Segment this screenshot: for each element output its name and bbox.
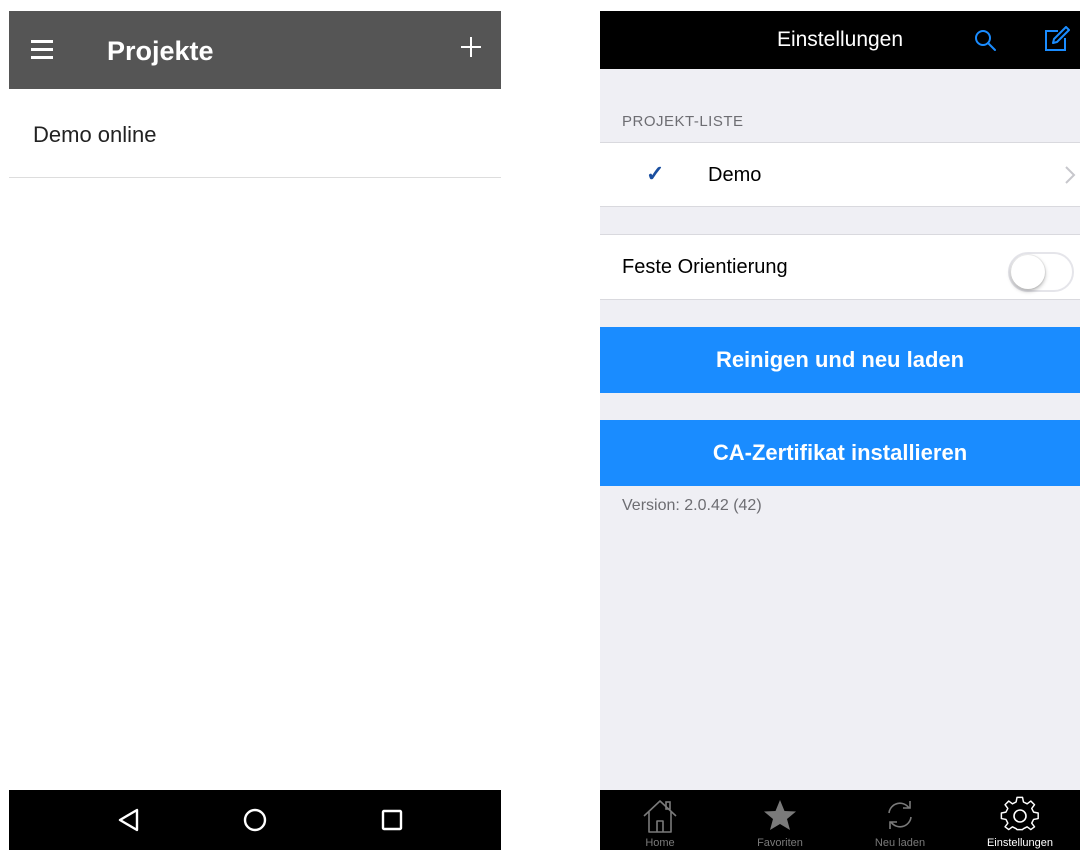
checkmark-icon: ✓ [646, 161, 665, 186]
page-title: Einstellungen [776, 28, 904, 51]
ios-navigation-bar: Einstellungen [600, 11, 1080, 69]
ios-tab-bar: Home Favoriten Neu laden Einstellungen [600, 790, 1080, 850]
android-navigation-bar [9, 790, 501, 850]
tab-favorites-label: Favoriten [757, 837, 803, 849]
tab-settings-label: Einstellungen [986, 837, 1054, 849]
reload-button[interactable]: Reinigen und neu laden [600, 327, 1080, 393]
orientation-label: Feste Orientierung [622, 256, 788, 278]
toggle-knob [1011, 255, 1045, 289]
gear-icon [1000, 796, 1039, 831]
project-list-item-label: Demo online [33, 122, 157, 147]
android-toolbar: Projekte [9, 11, 501, 89]
section-header-project-list: PROJEKT-LISTE [622, 113, 744, 130]
search-icon[interactable] [973, 28, 997, 52]
tab-reload[interactable]: Neu laden [840, 790, 960, 850]
triangle-back-icon[interactable] [111, 802, 147, 838]
tab-home[interactable]: Home [600, 790, 720, 850]
compose-edit-icon[interactable] [1042, 26, 1070, 54]
install-certificate-button[interactable]: CA-Zertifikat installieren [600, 420, 1080, 486]
tab-reload-label: Neu laden [874, 837, 926, 849]
version-text: Version: 2.0.42 (42) [622, 497, 762, 514]
project-list-item[interactable]: Demo online [9, 89, 501, 178]
toolbar-title: Projekte [107, 36, 214, 66]
orientation-toggle[interactable] [1008, 252, 1074, 292]
project-cell-label: Demo [708, 164, 762, 186]
plus-icon[interactable] [459, 35, 483, 59]
tab-home-label: Home [645, 837, 675, 849]
star-icon [764, 800, 796, 830]
chevron-right-icon [1065, 166, 1076, 184]
tab-favorites[interactable]: Favoriten [720, 790, 840, 850]
home-icon [643, 800, 677, 833]
square-recents-icon[interactable] [374, 802, 410, 838]
hamburger-menu-icon[interactable] [31, 40, 57, 60]
circle-home-icon[interactable] [237, 802, 273, 838]
tab-settings[interactable]: Einstellungen [960, 790, 1080, 850]
reload-icon [888, 801, 912, 829]
orientation-cell: Feste Orientierung [600, 234, 1080, 300]
project-cell-demo[interactable]: ✓ Demo [600, 142, 1080, 207]
android-screen: Projekte Demo online [9, 11, 501, 850]
ios-screen: Einstellungen PROJEKT-LISTE ✓ Demo Feste… [600, 11, 1080, 850]
